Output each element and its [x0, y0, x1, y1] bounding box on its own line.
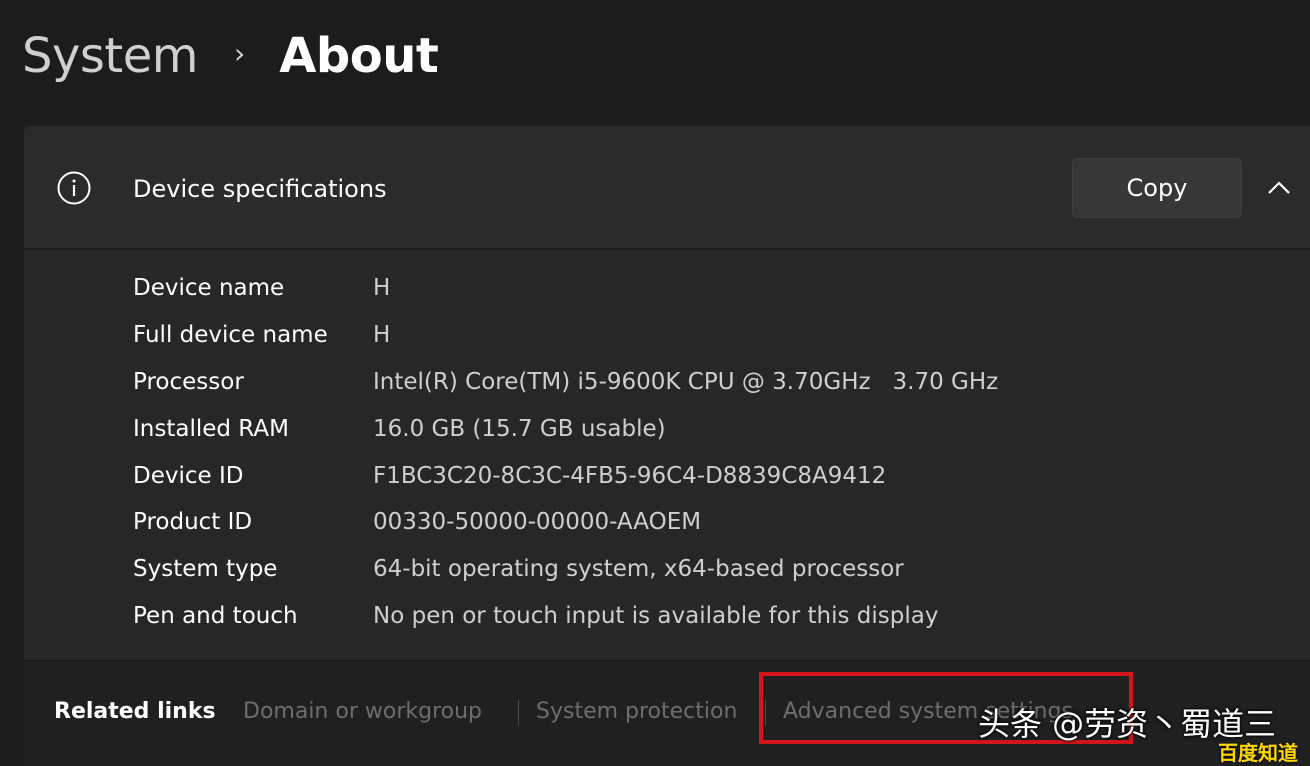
- spec-value[interactable]: H: [373, 315, 390, 355]
- spec-label: System type: [133, 556, 278, 582]
- spec-label: Installed RAM: [133, 416, 289, 442]
- page-title: About: [279, 28, 439, 84]
- spec-label: Product ID: [133, 509, 253, 535]
- info-icon: [57, 171, 91, 205]
- chevron-up-icon[interactable]: [1264, 176, 1294, 200]
- copy-button[interactable]: Copy: [1072, 158, 1242, 218]
- spec-label: Processor: [133, 369, 244, 395]
- spec-label: Pen and touch: [133, 603, 298, 629]
- spec-label: Device ID: [133, 463, 244, 489]
- spec-value[interactable]: H: [373, 268, 390, 308]
- related-links-title: Related links: [54, 699, 216, 724]
- spec-value[interactable]: 64-bit operating system, x64-based proce…: [373, 549, 904, 589]
- related-link-divider: [518, 700, 519, 726]
- device-specifications-title: Device specifications: [133, 175, 387, 203]
- system-protection-link[interactable]: System protection: [536, 692, 737, 732]
- watermark-text: 头条 @劳资丶蜀道三: [978, 705, 1277, 743]
- spec-value[interactable]: Intel(R) Core(TM) i5-9600K CPU @ 3.70GHz…: [373, 362, 998, 402]
- watermark-logo: 百度知道: [1218, 741, 1298, 765]
- breadcrumb-system[interactable]: System: [22, 28, 199, 84]
- spec-value[interactable]: F1BC3C20-8C3C-4FB5-96C4-D8839C8A9412: [373, 456, 886, 496]
- breadcrumb-separator-icon: ›: [234, 36, 246, 70]
- breadcrumb: System › About: [22, 24, 439, 88]
- spec-value[interactable]: 00330-50000-00000-AAOEM: [373, 502, 701, 542]
- spec-label: Full device name: [133, 322, 328, 348]
- spec-value[interactable]: 16.0 GB (15.7 GB usable): [373, 409, 666, 449]
- spec-label: Device name: [133, 275, 285, 301]
- spec-value[interactable]: No pen or touch input is available for t…: [373, 596, 938, 636]
- domain-or-workgroup-link[interactable]: Domain or workgroup: [243, 692, 482, 732]
